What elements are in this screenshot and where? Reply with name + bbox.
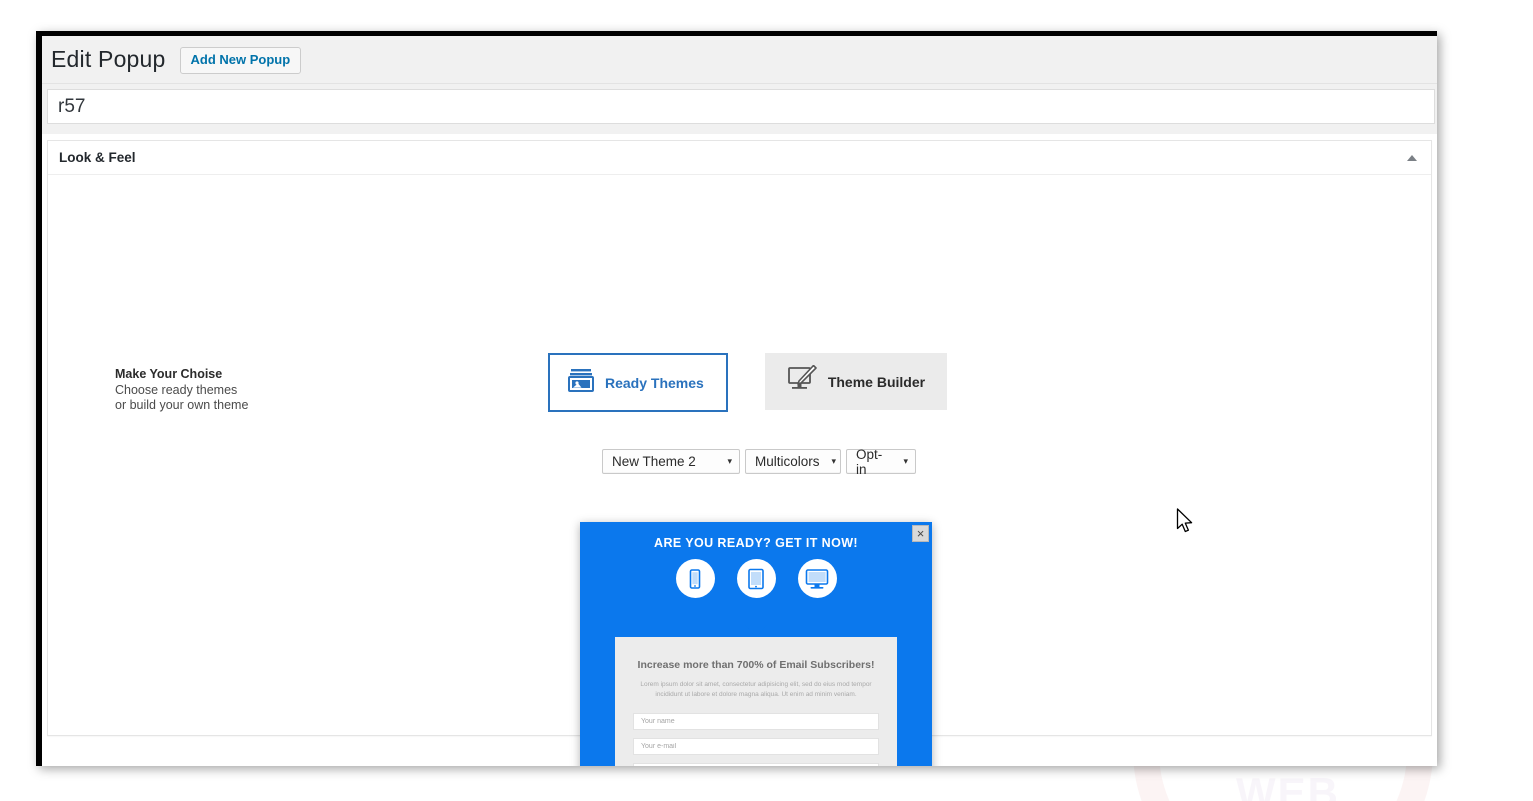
screen-root: ACUDES WEB Edit Popup Add New Popup Look… (0, 0, 1533, 801)
chevron-down-icon: ▾ (831, 456, 837, 466)
choice-line-2: or build your own theme (115, 398, 249, 412)
preview-inner-heading: Increase more than 700% of Email Subscri… (637, 659, 875, 671)
monitor-pencil-icon (787, 364, 817, 398)
pointer-triangle-icon (745, 625, 767, 637)
theme-builder-label: Theme Builder (827, 373, 926, 390)
triangle-up-icon[interactable] (1407, 154, 1417, 161)
device-icon-row (580, 559, 932, 598)
colorscheme-select[interactable]: Multicolors ▾ (745, 449, 841, 474)
admin-window: Edit Popup Add New Popup Look & Feel Mak… (36, 31, 1437, 766)
preview-form-card: Increase more than 700% of Email Subscri… (615, 625, 897, 766)
page-title: Edit Popup (51, 46, 166, 72)
theme-select-value: New Theme 2 (612, 454, 696, 469)
preview-headline: ARE YOU READY? GET IT NOW! (654, 536, 858, 550)
popup-preview: × ARE YOU READY? GET IT NOW! Increase mo… (580, 522, 932, 766)
tablet-icon (736, 559, 776, 598)
theme-select[interactable]: New Theme 2 ▾ (602, 449, 740, 474)
image-gallery-icon (568, 368, 594, 397)
preview-inner-body: Lorem ipsum dolor sit amet, consectetur … (640, 681, 872, 698)
chevron-down-icon: ▾ (727, 456, 732, 466)
make-your-choice-block: Make Your Choise Choose ready themes or … (115, 367, 415, 413)
phone-icon (675, 559, 715, 598)
add-new-popup-button[interactable]: Add New Popup (179, 47, 302, 74)
preview-address-input[interactable] (633, 763, 879, 766)
choice-title: Make Your Choise (115, 367, 223, 381)
mode-selector: Ready Themes Theme Builder (548, 353, 948, 412)
colorscheme-select-value: Multicolors (755, 454, 820, 469)
choice-line-1: Choose ready themes (115, 383, 238, 397)
popup-title-input[interactable] (47, 89, 1435, 124)
preview-name-input[interactable] (633, 713, 879, 730)
look-and-feel-panel: Look & Feel Make Your Choise Choose read… (47, 140, 1432, 766)
close-icon[interactable]: × (912, 525, 929, 542)
type-select-value: Opt-in (856, 446, 883, 477)
ready-themes-button[interactable]: Ready Themes (548, 353, 728, 412)
desktop-icon (797, 559, 837, 598)
panel-header[interactable]: Look & Feel (48, 141, 1431, 175)
theme-builder-button[interactable]: Theme Builder (764, 353, 948, 410)
theme-select-row: New Theme 2 ▾ Multicolors ▾ Opt-in ▾ (602, 446, 916, 477)
page-header: Edit Popup Add New Popup (42, 36, 1437, 84)
chevron-down-icon: ▾ (903, 456, 908, 466)
panel-body: Make Your Choise Choose ready themes or … (48, 175, 1431, 766)
panel-title: Look & Feel (59, 150, 136, 165)
watermark-bottom-text: WEB (1236, 769, 1340, 801)
ready-themes-label: Ready Themes (605, 374, 704, 391)
preview-email-input[interactable] (633, 738, 879, 755)
title-row (42, 84, 1437, 134)
type-select[interactable]: Opt-in ▾ (846, 446, 916, 477)
